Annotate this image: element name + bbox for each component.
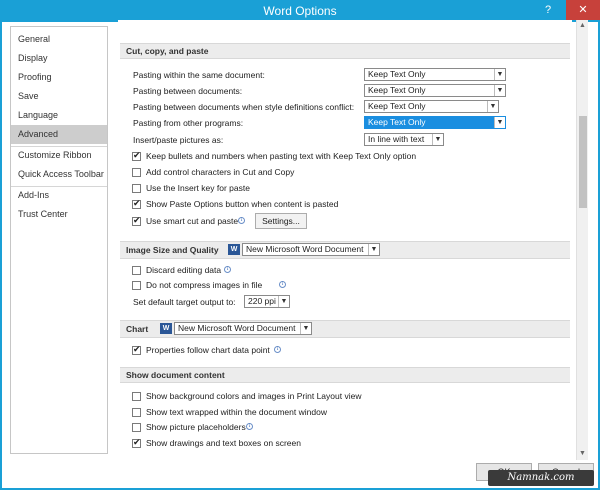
insert-pictures-dropdown[interactable]: In line with text ▼	[364, 133, 444, 146]
pasting-between-docs-label: Pasting between documents:	[133, 86, 243, 96]
chevron-down-icon: ▼	[494, 85, 505, 96]
properties-follow-label: Properties follow chart data point	[146, 345, 270, 355]
show-picture-placeholders-checkbox[interactable]	[132, 423, 141, 432]
add-control-chars-label: Add control characters in Cut and Copy	[146, 167, 295, 177]
pasting-other-programs-dropdown[interactable]: Keep Text Only ▼	[364, 116, 506, 129]
use-insert-key-checkbox[interactable]	[132, 184, 141, 193]
settings-button[interactable]: Settings...	[255, 213, 307, 229]
nav-item-add-ins[interactable]: Add-Ins	[11, 186, 107, 205]
nav-item-display[interactable]: Display	[11, 49, 107, 68]
show-drawings-label: Show drawings and text boxes on screen	[146, 438, 301, 448]
options-scrollbar[interactable]: ▲ ▼	[576, 20, 588, 460]
dropdown-value: Keep Text Only	[368, 117, 426, 127]
pasting-between-docs-dropdown[interactable]: Keep Text Only ▼	[364, 84, 506, 97]
show-paste-options-label: Show Paste Options button when content i…	[146, 199, 339, 209]
info-icon: i	[279, 281, 286, 288]
nav-item-trust-center[interactable]: Trust Center	[11, 205, 107, 224]
image-quality-document-dropdown[interactable]: New Microsoft Word Document ▼	[242, 243, 380, 256]
chevron-down-icon: ▼	[487, 101, 498, 112]
keep-bullets-label: Keep bullets and numbers when pasting te…	[146, 151, 417, 161]
info-icon: i	[246, 423, 253, 430]
nav-item-save[interactable]: Save	[11, 87, 107, 106]
section-header-cut-copy-paste: Cut, copy, and paste	[120, 43, 570, 59]
show-text-wrapped-checkbox[interactable]	[132, 408, 141, 417]
info-icon: i	[224, 266, 231, 273]
smart-cut-paste-label: Use smart cut and paste	[146, 216, 239, 226]
section-title: Image Size and Quality	[126, 245, 219, 255]
info-icon: i	[274, 346, 281, 353]
nav-item-quick-access-toolbar[interactable]: Quick Access Toolbar	[11, 165, 107, 184]
pasting-same-doc-dropdown[interactable]: Keep Text Only ▼	[364, 68, 506, 81]
discard-editing-checkbox[interactable]	[132, 266, 141, 275]
advanced-options-panel: Cut, copy, and paste Pasting within the …	[118, 20, 572, 456]
pasting-other-programs-label: Pasting from other programs:	[133, 118, 244, 128]
dropdown-value: Keep Text Only	[368, 85, 426, 95]
properties-follow-checkbox[interactable]	[132, 344, 141, 355]
word-document-icon: W	[228, 244, 240, 255]
pasting-same-doc-label: Pasting within the same document:	[133, 70, 265, 80]
show-text-wrapped-label: Show text wrapped within the document wi…	[146, 407, 327, 417]
chevron-down-icon: ▼	[432, 134, 443, 145]
word-document-icon: W	[160, 323, 172, 334]
section-header-show-document-content: Show document content	[120, 367, 570, 383]
chevron-down-icon: ▼	[494, 69, 505, 80]
show-background-colors-checkbox[interactable]	[132, 392, 141, 401]
chart-document-dropdown[interactable]: New Microsoft Word Document ▼	[174, 322, 312, 335]
dropdown-value: 220 ppi	[248, 296, 276, 306]
nav-item-proofing[interactable]: Proofing	[11, 68, 107, 87]
chevron-down-icon: ▼	[278, 296, 289, 307]
discard-editing-label: Discard editing data	[146, 265, 222, 275]
scroll-down-icon[interactable]: ▼	[577, 448, 588, 460]
dropdown-value: In line with text	[368, 134, 425, 144]
scroll-thumb[interactable]	[579, 116, 587, 208]
chevron-down-icon: ▼	[368, 244, 379, 255]
nav-item-general[interactable]: General	[11, 30, 107, 49]
no-compress-checkbox[interactable]	[132, 281, 141, 290]
nav-item-language[interactable]: Language	[11, 106, 107, 125]
title-bar: Word Options ? ✕	[0, 0, 600, 22]
help-button[interactable]: ?	[536, 0, 560, 20]
use-insert-key-label: Use the Insert key for paste	[146, 183, 250, 193]
chevron-down-icon: ▼	[494, 117, 505, 128]
chevron-down-icon: ▼	[300, 323, 311, 334]
show-background-colors-label: Show background colors and images in Pri…	[146, 391, 362, 401]
watermark: Namnak.com	[488, 470, 594, 486]
insert-pictures-label: Insert/paste pictures as:	[133, 135, 224, 145]
smart-cut-paste-checkbox[interactable]	[132, 215, 141, 226]
dropdown-value: Keep Text Only	[368, 101, 426, 111]
show-drawings-checkbox[interactable]	[132, 437, 141, 448]
show-picture-placeholders-label: Show picture placeholders	[146, 422, 246, 432]
target-output-dropdown[interactable]: 220 ppi ▼	[244, 295, 290, 308]
target-output-label: Set default target output to:	[133, 297, 236, 307]
pasting-conflict-label: Pasting between documents when style def…	[133, 102, 355, 112]
nav-item-customize-ribbon[interactable]: Customize Ribbon	[11, 146, 107, 165]
close-button[interactable]: ✕	[566, 0, 600, 20]
keep-bullets-checkbox[interactable]	[132, 150, 141, 161]
no-compress-label: Do not compress images in file	[146, 280, 263, 290]
add-control-chars-checkbox[interactable]	[132, 168, 141, 177]
pasting-conflict-dropdown[interactable]: Keep Text Only ▼	[364, 100, 499, 113]
nav-item-advanced[interactable]: Advanced	[11, 125, 107, 144]
scroll-up-icon[interactable]: ▲	[577, 20, 588, 32]
dropdown-value: New Microsoft Word Document	[178, 323, 296, 333]
dropdown-value: New Microsoft Word Document	[246, 244, 364, 254]
info-icon: i	[238, 217, 245, 224]
window-title: Word Options	[263, 4, 337, 18]
show-paste-options-checkbox[interactable]	[132, 198, 141, 209]
section-title: Chart	[126, 324, 149, 334]
options-nav: General Display Proofing Save Language A…	[10, 26, 108, 454]
dropdown-value: Keep Text Only	[368, 69, 426, 79]
